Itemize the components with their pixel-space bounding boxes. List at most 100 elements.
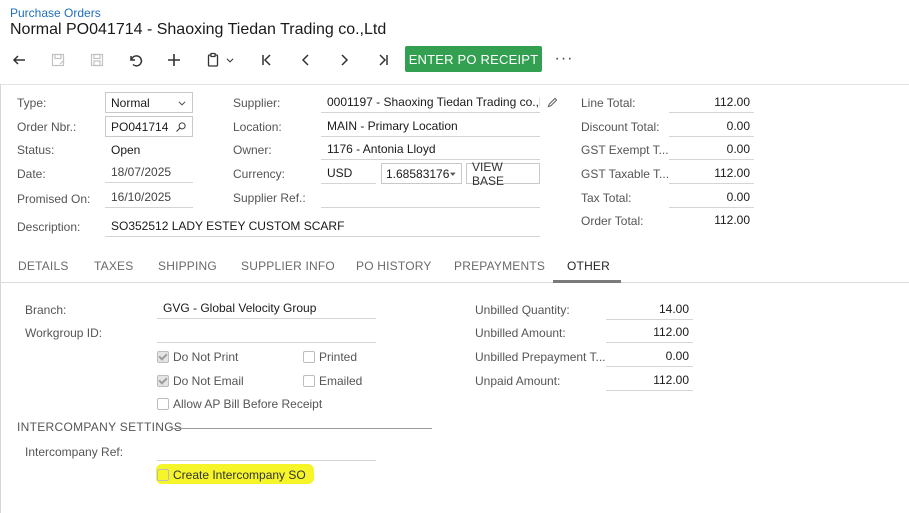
gst-exempt-label: GST Exempt T... — [581, 143, 669, 157]
discount-total-field: 0.00 — [669, 116, 754, 137]
tab-po-history[interactable]: PO HISTORY — [356, 259, 432, 273]
do-not-email-checkbox[interactable]: Do Not Email — [157, 374, 244, 388]
tab-shipping[interactable]: SHIPPING — [158, 259, 217, 273]
line-total-label: Line Total: — [581, 96, 636, 110]
promised-on-label: Promised On: — [17, 192, 91, 206]
currency-rate-select[interactable]: 1.68583176 — [381, 163, 462, 184]
tab-taxes[interactable]: TAXES — [94, 259, 133, 273]
active-tab-indicator — [553, 280, 621, 283]
tax-total-field: 0.00 — [669, 187, 754, 208]
owner-label: Owner: — [233, 143, 272, 157]
section-divider — [173, 428, 432, 429]
tab-details[interactable]: DETAILS — [18, 259, 69, 273]
search-icon[interactable] — [175, 121, 187, 133]
page-title: Normal PO041714 - Shaoxing Tiedan Tradin… — [10, 21, 387, 38]
supplier-label: Supplier: — [233, 96, 281, 110]
unpaid-amount-label: Unpaid Amount: — [475, 374, 561, 388]
do-not-print-checkbox[interactable]: Do Not Print — [157, 350, 238, 364]
order-total-field: 112.00 — [669, 210, 754, 231]
unbilled-qty-field: 14.00 — [606, 299, 693, 320]
emailed-check[interactable] — [303, 375, 315, 387]
location-value: MAIN - Primary Location — [327, 119, 458, 133]
unbilled-prepay-value: 0.00 — [665, 349, 689, 363]
do-not-print-check[interactable] — [157, 351, 169, 363]
branch-value: GVG - Global Velocity Group — [163, 301, 317, 315]
currency-field[interactable]: USD — [321, 163, 376, 184]
unbilled-amount-label: Unbilled Amount: — [475, 326, 566, 340]
create-intercompany-so-check[interactable] — [157, 469, 169, 481]
line-total-field: 112.00 — [669, 92, 754, 113]
previous-record-icon[interactable] — [293, 48, 319, 72]
currency-label: Currency: — [233, 167, 286, 181]
gst-exempt-value: 0.00 — [726, 142, 750, 156]
type-select[interactable]: Normal — [105, 92, 193, 113]
add-icon[interactable] — [161, 48, 187, 72]
order-total-value: 112.00 — [714, 213, 750, 227]
allow-ap-bill-checkbox[interactable]: Allow AP Bill Before Receipt — [157, 397, 322, 411]
last-record-icon[interactable] — [370, 48, 396, 72]
status-value: Open — [111, 143, 141, 157]
tab-other[interactable]: OTHER — [567, 259, 610, 273]
first-record-icon[interactable] — [254, 48, 280, 72]
currency-value: USD — [327, 166, 353, 180]
create-intercompany-so-checkbox[interactable]: Create Intercompany SO — [157, 468, 306, 482]
location-field[interactable]: MAIN - Primary Location — [321, 116, 540, 137]
unpaid-amount-field: 112.00 — [606, 370, 693, 391]
description-field[interactable]: SO352512 LADY ESTEY CUSTOM SCARF — [105, 216, 540, 237]
unbilled-prepay-label: Unbilled Prepayment T... — [475, 350, 606, 364]
promised-on-field[interactable]: 16/10/2025 — [105, 187, 193, 208]
unpaid-amount-value: 112.00 — [653, 373, 689, 387]
printed-checkbox[interactable]: Printed — [303, 350, 357, 364]
order-nbr-field[interactable]: PO041714 — [105, 116, 193, 137]
intercompany-ref-field[interactable] — [157, 440, 376, 461]
currency-rate-value: 1.68583176 — [386, 166, 450, 181]
do-not-email-check[interactable] — [157, 375, 169, 387]
tab-supplier-info[interactable]: SUPPLIER INFO — [241, 259, 335, 273]
more-actions-button[interactable]: ··· — [552, 48, 576, 70]
line-total-value: 112.00 — [714, 95, 750, 109]
branch-field[interactable]: GVG - Global Velocity Group — [157, 298, 376, 319]
owner-value: 1176 - Antonia Lloyd — [327, 142, 436, 156]
emailed-label: Emailed — [319, 374, 363, 388]
tax-total-value: 0.00 — [726, 190, 750, 204]
left-border — [0, 84, 1, 513]
unbilled-amount-field: 112.00 — [606, 322, 693, 343]
allow-ap-bill-check[interactable] — [157, 398, 169, 410]
supplier-field[interactable]: 0001197 - Shaoxing Tiedan Trading co.,Lt — [321, 92, 540, 113]
caret-down-icon — [450, 172, 457, 176]
copy-paste-icon[interactable] — [199, 48, 241, 72]
back-arrow-icon[interactable] — [6, 48, 32, 72]
do-not-print-label: Do Not Print — [173, 350, 239, 364]
next-record-icon[interactable] — [331, 48, 357, 72]
tab-prepayments[interactable]: PREPAYMENTS — [454, 259, 545, 273]
supplier-ref-field[interactable] — [321, 187, 540, 208]
intercompany-ref-label: Intercompany Ref: — [25, 445, 124, 459]
save-icon[interactable] — [84, 48, 110, 72]
edit-pencil-icon[interactable] — [546, 96, 559, 109]
type-label: Type: — [17, 96, 47, 110]
date-field[interactable]: 18/07/2025 — [105, 162, 193, 183]
breadcrumb-purchase-orders[interactable]: Purchase Orders — [10, 6, 101, 20]
unbilled-amount-value: 112.00 — [653, 325, 689, 339]
view-base-button[interactable]: VIEW BASE — [466, 160, 540, 188]
chevron-down-icon — [178, 100, 186, 106]
workgroup-field[interactable] — [157, 322, 376, 343]
gst-taxable-value: 112.00 — [714, 166, 750, 180]
order-total-label: Order Total: — [581, 214, 644, 228]
description-value: SO352512 LADY ESTEY CUSTOM SCARF — [111, 219, 345, 233]
create-intercompany-so-label: Create Intercompany SO — [173, 468, 306, 482]
enter-po-receipt-button[interactable]: ENTER PO RECEIPT — [405, 46, 542, 72]
discount-total-value: 0.00 — [726, 119, 750, 133]
intercompany-section-title: INTERCOMPANY SETTINGS — [17, 420, 183, 434]
printed-label: Printed — [319, 350, 358, 364]
allow-ap-bill-label: Allow AP Bill Before Receipt — [173, 397, 323, 411]
gst-taxable-field: 112.00 — [669, 163, 754, 184]
undo-icon[interactable] — [122, 48, 148, 72]
printed-check[interactable] — [303, 351, 315, 363]
owner-field[interactable]: 1176 - Antonia Lloyd — [321, 139, 540, 160]
emailed-checkbox[interactable]: Emailed — [303, 374, 362, 388]
supplier-value: 0001197 - Shaoxing Tiedan Trading co.,Lt — [327, 95, 540, 109]
do-not-email-label: Do Not Email — [173, 374, 244, 388]
save-close-icon[interactable] — [45, 48, 71, 72]
date-label: Date: — [17, 167, 46, 181]
